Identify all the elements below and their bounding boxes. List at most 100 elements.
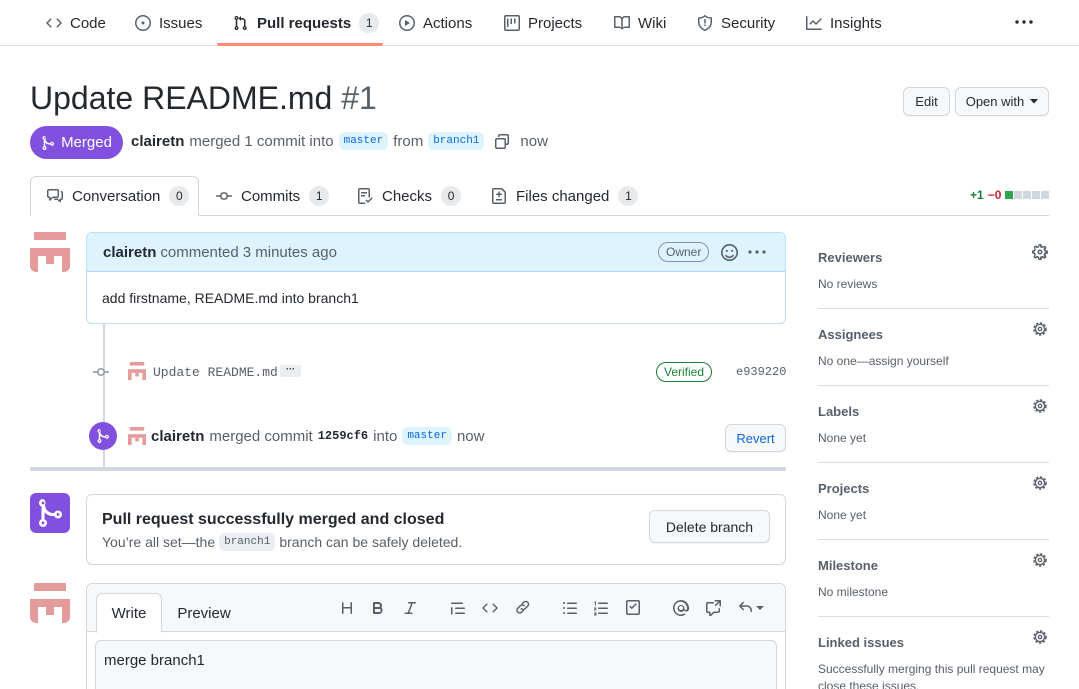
tab-files-changed-label: Files changed (516, 187, 610, 205)
pr-time: now (520, 132, 548, 150)
status-badge: Merged (30, 126, 123, 159)
nav-wiki-label: Wiki (638, 14, 667, 32)
tab-files-changed[interactable]: Files changed 1 (491, 176, 639, 216)
expand-commit-button[interactable]: ··· (280, 365, 301, 377)
sidebar-divider (818, 539, 1049, 540)
tab-preview[interactable]: Preview (167, 593, 241, 633)
diffstat: +1 −0 (970, 188, 1050, 202)
revert-button[interactable]: Revert (725, 424, 786, 452)
list-unordered-icon[interactable] (562, 600, 578, 616)
gear-icon[interactable] (1032, 629, 1048, 645)
merged-status-icon (30, 493, 70, 533)
delete-branch-button[interactable]: Delete branch (649, 510, 770, 543)
gear-icon[interactable] (1032, 321, 1048, 337)
cross-reference-icon[interactable] (705, 600, 721, 616)
pr-meta: clairetn merged 1 commit into master fro… (131, 132, 548, 150)
revert-button-label: Revert (736, 430, 775, 446)
tab-checks[interactable]: Checks 0 (357, 176, 462, 216)
nav-insights-label: Insights (830, 14, 882, 32)
shield-icon (698, 15, 712, 31)
gear-icon[interactable] (1032, 398, 1048, 414)
merge-branch-ref[interactable]: master (402, 427, 452, 445)
merged-subtext: You’re all set—the branch1 branch can be… (102, 533, 462, 551)
commit-message[interactable]: Update README.md (153, 365, 278, 380)
tab-conversation[interactable]: Conversation 0 (30, 176, 199, 216)
sidebar-linked-issues-value: Successfully merging this pull request m… (818, 662, 1045, 689)
comment-author[interactable]: clairetn (103, 244, 156, 261)
page-title: Update README.md #1 (30, 80, 377, 117)
tab-commits[interactable]: Commits 1 (216, 176, 330, 216)
link-icon[interactable] (514, 600, 530, 616)
nav-security[interactable]: Security (697, 0, 775, 46)
merge-author[interactable]: clairetn (151, 428, 204, 445)
heading-icon[interactable] (339, 600, 355, 616)
list-ordered-icon[interactable] (593, 600, 609, 616)
sidebar-milestone-value: No milestone (818, 585, 889, 599)
comment-textarea[interactable]: merge branch1 (95, 640, 777, 689)
pr-author-link[interactable]: clairetn (131, 133, 184, 150)
sidebar-divider (818, 616, 1049, 617)
tab-write[interactable]: Write (96, 593, 162, 633)
avatar[interactable] (30, 583, 70, 623)
nav-projects[interactable]: Projects (504, 0, 582, 46)
tab-files-changed-count: 1 (618, 186, 639, 206)
verified-badge[interactable]: Verified (656, 362, 713, 382)
diffstat-block (1023, 191, 1032, 199)
avatar[interactable] (30, 232, 70, 272)
commit-sha[interactable]: e939220 (736, 365, 786, 379)
nav-code[interactable]: Code (46, 0, 106, 46)
nav-security-label: Security (721, 14, 776, 32)
git-commit-icon (216, 192, 232, 200)
identicon-icon (30, 232, 70, 272)
merge-into-text: into (373, 427, 398, 445)
nav-issues[interactable]: Issues (135, 0, 202, 46)
pr-title-text: Update README.md (30, 80, 333, 116)
gear-icon[interactable] (1032, 475, 1048, 491)
pr-number: #1 (341, 80, 377, 116)
file-diff-icon (492, 188, 506, 204)
kebab-horizontal-icon[interactable] (748, 246, 766, 258)
commit-row: Update README.md ··· Verified e939220 (93, 360, 786, 384)
nav-pull-requests[interactable]: Pull requests 1 (233, 0, 380, 46)
composer-toolbar: Write Preview (87, 584, 785, 633)
head-branch-ref[interactable]: branch1 (428, 132, 485, 150)
quote-icon[interactable] (450, 600, 466, 616)
open-with-button[interactable]: Open with (955, 87, 1049, 116)
nav-actions[interactable]: Actions (399, 0, 472, 46)
tasklist-icon[interactable] (625, 600, 641, 616)
sidebar-linked-issues-title: Linked issues (818, 635, 904, 650)
merge-event: clairetn merged commit 1259cf6 into mast… (151, 427, 484, 445)
copy-icon[interactable] (494, 133, 510, 149)
mention-icon[interactable] (673, 600, 689, 616)
comment-header: clairetn commented 3 minutes ago Owner (87, 233, 785, 272)
base-branch-ref[interactable]: master (338, 132, 389, 150)
comment-time[interactable]: 3 minutes ago (243, 244, 337, 261)
gear-icon[interactable] (1032, 244, 1048, 260)
code-icon[interactable] (482, 600, 498, 616)
tab-commits-label: Commits (241, 187, 301, 205)
project-icon (504, 15, 520, 31)
smiley-icon[interactable] (721, 244, 738, 261)
merge-commit-sha[interactable]: 1259cf6 (318, 429, 368, 443)
avatar[interactable] (128, 427, 146, 445)
merge-event-badge (89, 422, 117, 450)
nav-selected-underline (217, 43, 383, 46)
sidebar-assignees-value[interactable]: No one—assign yourself (818, 353, 949, 370)
checklist-icon (358, 188, 373, 204)
kebab-horizontal-icon[interactable] (1014, 14, 1034, 30)
sidebar-projects-title: Projects (818, 481, 870, 496)
gear-icon[interactable] (1032, 552, 1048, 568)
nav-wiki[interactable]: Wiki (614, 0, 666, 46)
comment-action: commented (160, 243, 239, 261)
edit-button[interactable]: Edit (903, 87, 950, 116)
sidebar-divider (818, 385, 1049, 386)
pull-requests-counter: 1 (359, 13, 380, 33)
nav-insights[interactable]: Insights (806, 0, 882, 46)
bold-icon[interactable] (370, 600, 386, 616)
italic-icon[interactable] (402, 600, 418, 616)
merged-branch-ref[interactable]: branch1 (219, 533, 276, 551)
git-merge-icon (97, 429, 110, 444)
avatar[interactable] (128, 362, 146, 380)
reply-icon[interactable] (737, 600, 765, 616)
graph-icon (806, 16, 822, 30)
